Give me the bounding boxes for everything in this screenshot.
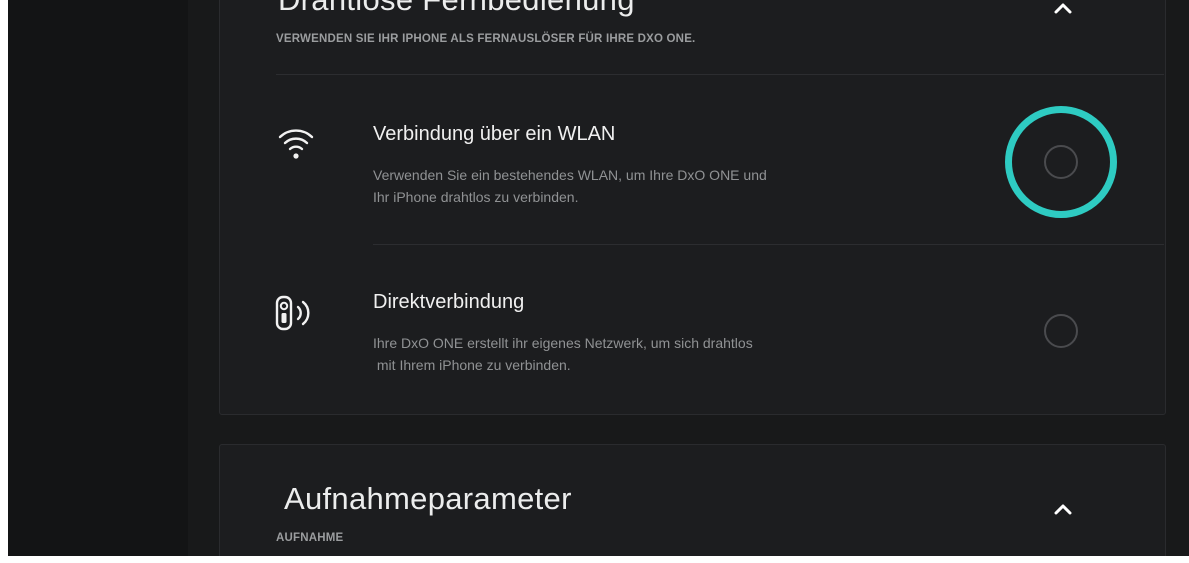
capture-parameters-subtitle: AUFNAHME — [276, 532, 344, 544]
direct-option-title: Direktverbindung — [373, 291, 525, 313]
wireless-remote-subtitle: VERWENDEN SIE IHR IPHONE ALS FERNAUSLÖSE… — [276, 33, 696, 45]
section-divider — [276, 74, 1164, 75]
wlan-option-description: Verwenden Sie ein bestehendes WLAN, um I… — [373, 164, 933, 208]
app-screen: Drahtlose Fernbedienung VERWENDEN SIE IH… — [8, 0, 1189, 556]
wlan-radio-button[interactable] — [1044, 145, 1078, 179]
wireless-remote-title: Drahtlose Fernbedienung — [278, 0, 635, 18]
camera-wireless-icon — [275, 295, 310, 331]
option-divider — [373, 244, 1164, 245]
capture-parameters-title: Aufnahmeparameter — [284, 481, 572, 516]
direct-desc-line-1: Ihre DxO ONE erstellt ihr eigenes Netzwe… — [373, 335, 753, 351]
wlan-option-title: Verbindung über ein WLAN — [373, 123, 616, 145]
wifi-icon — [278, 129, 314, 159]
chevron-up-icon[interactable] — [1049, 0, 1077, 23]
wlan-desc-line-2: Ihr iPhone drahtlos zu verbinden. — [373, 189, 579, 205]
direct-radio-button[interactable] — [1044, 314, 1078, 348]
direct-desc-line-2: mit Ihrem iPhone zu verbinden. — [373, 357, 571, 373]
chevron-up-icon[interactable] — [1049, 496, 1077, 524]
left-sidebar — [8, 0, 188, 556]
wlan-desc-line-1: Verwenden Sie ein bestehendes WLAN, um I… — [373, 167, 767, 183]
direct-option-description: Ihre DxO ONE erstellt ihr eigenes Netzwe… — [373, 332, 933, 376]
